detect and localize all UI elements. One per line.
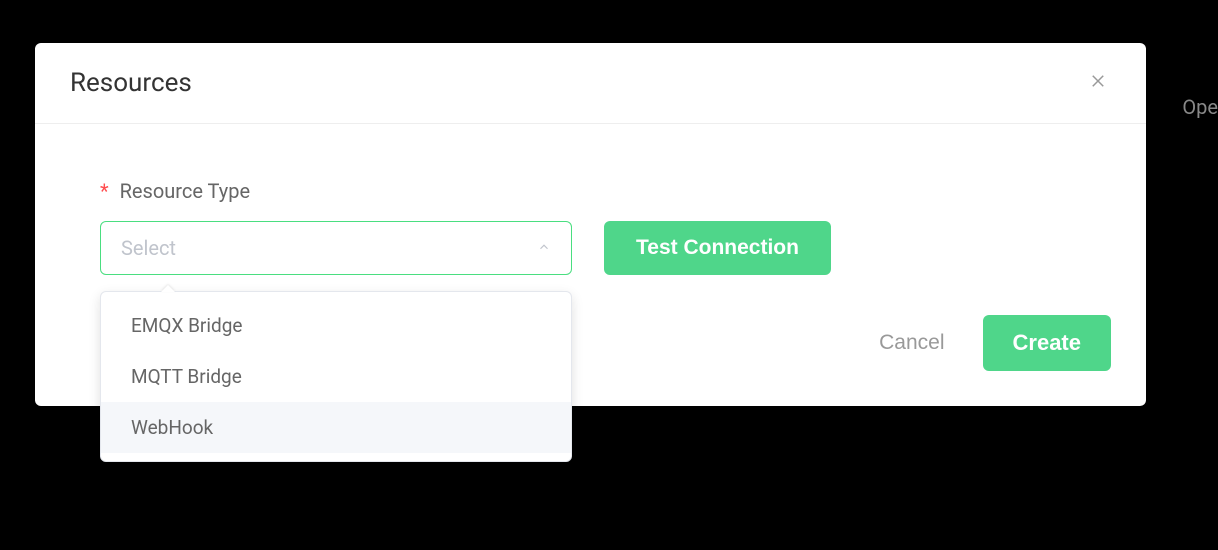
required-indicator: * [100,179,109,203]
dropdown-option[interactable]: EMQX Bridge [101,300,571,351]
dropdown-option[interactable]: MQTT Bridge [101,351,571,402]
resource-type-dropdown: EMQX BridgeMQTT BridgeWebHook [100,291,572,462]
close-button[interactable] [1085,68,1111,98]
dropdown-arrow [161,285,175,292]
resource-type-label: * Resource Type [100,179,1111,203]
test-connection-button[interactable]: Test Connection [604,221,831,275]
resource-type-select[interactable]: Select [100,221,572,275]
form-row: Select EMQX BridgeMQTT BridgeWebHook Tes… [100,221,1111,275]
cancel-button[interactable]: Cancel [861,319,962,367]
modal-body: * Resource Type Select EMQX BridgeMQTT B… [35,124,1146,305]
resource-type-label-text: Resource Type [120,179,250,203]
create-button[interactable]: Create [983,315,1111,371]
resources-modal: Resources * Resource Type Select [35,43,1146,406]
modal-title: Resources [70,68,192,98]
close-icon [1089,72,1107,94]
modal-header: Resources [35,43,1146,124]
dropdown-option[interactable]: WebHook [101,402,571,453]
resource-type-select-wrap: Select EMQX BridgeMQTT BridgeWebHook [100,221,572,275]
background-partial-text: Ope [1182,95,1218,119]
select-placeholder: Select [121,236,176,260]
chevron-up-icon [537,239,551,258]
